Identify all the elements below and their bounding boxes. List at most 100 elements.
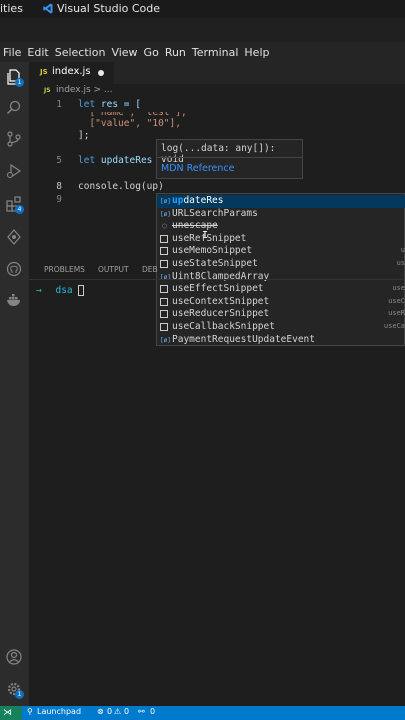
errors-count[interactable]: 0 [107, 707, 112, 716]
app-name: Visual Studio Code [57, 2, 161, 15]
explorer-badge: 1 [15, 78, 24, 87]
warnings-count[interactable]: 0 [124, 707, 129, 716]
launchpad-icon: ⚲ [27, 707, 33, 716]
ports-icon: ⚯ [138, 707, 145, 716]
snippet-icon [160, 310, 168, 319]
prompt-dir: dsa [55, 285, 73, 296]
suggestion-text: useCallbackSnippet [172, 321, 275, 332]
suggestion-label: useReducerSnippet [172, 308, 269, 319]
suggestion-item[interactable]: [ø] PaymentRequestUpdateEvent [157, 334, 405, 347]
tab-debug[interactable]: DEB [142, 265, 158, 274]
menu-edit[interactable]: Edit [24, 46, 51, 59]
line-number: 5 [56, 155, 62, 166]
terminal[interactable]: → dsa [36, 285, 85, 296]
hover-divider [157, 157, 302, 158]
ports-count[interactable]: 0 [150, 707, 155, 716]
os-top-bar: ities Visual Studio Code [0, 0, 405, 18]
suggestion-label: useEffectSnippet [172, 283, 264, 294]
suggestion-item[interactable]: useCallbackSnippet useCa [157, 321, 405, 334]
snippet-icon [160, 285, 168, 294]
tab-index-js[interactable]: JS index.js [29, 62, 114, 84]
breadcrumb-path[interactable]: index.js > ... [56, 85, 113, 95]
keyword: let [78, 99, 96, 110]
errors-icon: ⊗ [97, 707, 104, 716]
suggestion-item[interactable]: useMemoSnippet u [157, 245, 405, 258]
line-number: 9 [56, 194, 62, 205]
account-icon[interactable] [5, 648, 23, 666]
code-line-1: let res = [ [78, 99, 141, 110]
menu-go[interactable]: Go [141, 46, 162, 59]
menu-file[interactable]: File [0, 46, 24, 59]
menu-selection[interactable]: Selection [52, 46, 109, 59]
remote-indicator[interactable]: ⋊ [0, 706, 22, 720]
status-bar: ⋊ ⚲ Launchpad ⊗ 0 ⚠ 0 ⚯ 0 [0, 706, 405, 720]
menu-view[interactable]: View [108, 46, 140, 59]
warnings-icon: ⚠ [114, 707, 122, 716]
editor-tab-bar: JS index.js [29, 62, 405, 84]
suggestion-text: URLSearchParams [172, 207, 258, 219]
code-line-3: ["value", "10"], [78, 118, 181, 129]
suggestion-label: PaymentRequestUpdateEvent [172, 334, 315, 345]
terminal-cursor [78, 285, 85, 296]
settings-gear-icon[interactable]: 1 [5, 680, 24, 699]
suggestion-item[interactable]: useReducerSnippet useR [157, 308, 405, 321]
suggestion-item[interactable]: [ø] updateRes [157, 195, 405, 208]
tab-filename: index.js [52, 66, 91, 77]
hover-signature: log(...data: any[]): void [161, 143, 276, 165]
line-number: 1 [56, 99, 62, 110]
settings-badge: 1 [15, 690, 24, 699]
suggestion-detail: u [400, 246, 405, 255]
tab-output[interactable]: OUTPUT [98, 265, 129, 274]
suggestion-text: unescape [172, 220, 218, 232]
vscode-logo-icon [43, 3, 53, 14]
variable-icon: [ø] [160, 336, 171, 344]
suggestion-item[interactable]: ⬡ unescape [157, 220, 405, 233]
variable-icon: [ø] [160, 198, 171, 205]
panel-divider [29, 279, 405, 280]
menu-bar: File Edit Selection View Go Run Terminal… [0, 42, 405, 62]
suggestion-detail: use [392, 284, 405, 293]
variable-icon: [ø] [160, 210, 171, 218]
suggestion-item[interactable]: [ø] URLSearchParams [157, 208, 405, 221]
panel-tab-bar: PROBLEMS OUTPUT DEB [29, 262, 405, 278]
suggestion-text: useRefSnippet [172, 232, 247, 244]
keyword: let [78, 155, 96, 166]
code-line-5: let updateRes [78, 155, 152, 166]
suggestion-label: updateRes [172, 195, 224, 206]
mdn-reference-link[interactable]: MDN Reference [161, 163, 234, 174]
unsaved-dot-icon[interactable] [98, 70, 104, 76]
suggestion-label: URLSearchParams [172, 208, 258, 219]
github-icon[interactable] [5, 260, 23, 278]
suggestion-text: useReducerSnippet [172, 308, 270, 320]
suggestion-item[interactable]: useRefSnippet [157, 233, 405, 246]
tab-problems[interactable]: PROBLEMS [44, 265, 85, 274]
menu-help[interactable]: Help [241, 46, 272, 59]
suggestion-detail: useC [388, 296, 405, 305]
suggestion-item[interactable]: useContextSnippet useC [157, 296, 405, 309]
hover-tooltip: log(...data: any[]): void MDN Reference [156, 139, 303, 179]
code-line-8: console.log(up) [78, 181, 164, 192]
snippet-icon [160, 297, 168, 306]
explorer-icon[interactable]: 1 [5, 68, 24, 87]
js-file-icon: JS [40, 68, 48, 76]
suggestion-label: useMemoSnippet [172, 245, 252, 256]
breadcrumb: JS index.js > ... [29, 84, 405, 98]
suggestion-label: unescape [172, 220, 218, 231]
activities-label[interactable]: ities [0, 2, 23, 15]
suggestion-text: useEffectSnippet [172, 283, 264, 295]
snippet-icon [160, 323, 168, 331]
mouse-cursor-icon: I [202, 230, 209, 241]
menu-terminal[interactable]: Terminal [189, 46, 242, 59]
title-bar [0, 18, 405, 42]
docker-icon[interactable] [5, 291, 23, 309]
breadcrumb-js-icon: JS [44, 87, 51, 94]
suggestion-item[interactable]: useEffectSnippet use [157, 283, 405, 296]
suggestion-text: useContextSnippet [172, 295, 270, 307]
suggestion-text: PaymentRequestUpdateEvent [172, 333, 315, 345]
suggestion-label: useCallbackSnippet [172, 321, 275, 332]
launchpad-label[interactable]: Launchpad [37, 707, 81, 716]
menu-run[interactable]: Run [162, 46, 189, 59]
snippet-icon [160, 234, 168, 243]
suggestion-detail: useR [388, 309, 405, 318]
identifier: updateRes [100, 155, 153, 166]
